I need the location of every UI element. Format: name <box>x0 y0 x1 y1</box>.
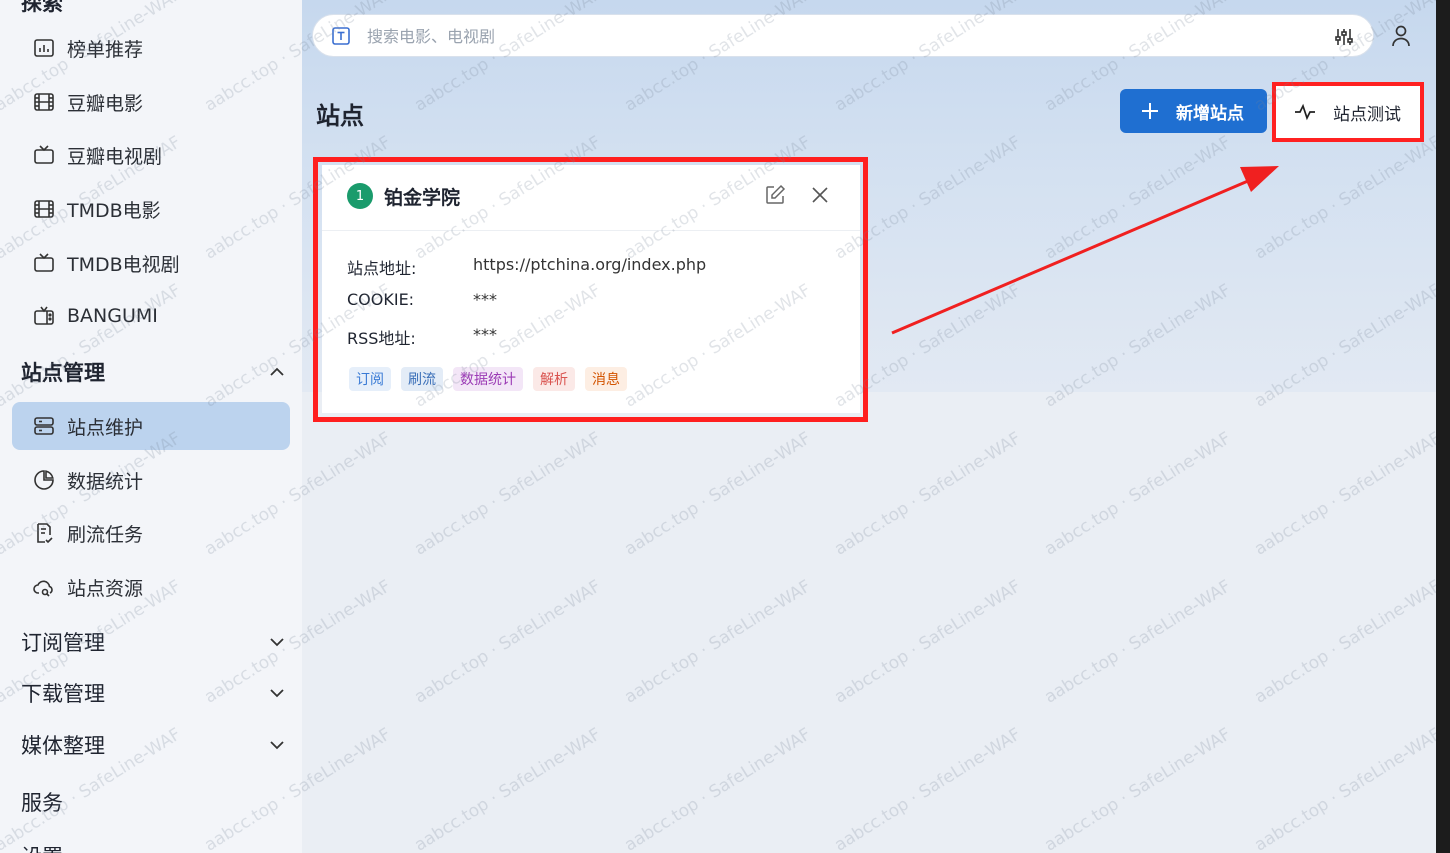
site-tags: 订阅 刷流 数据统计 解析 消息 <box>349 367 627 391</box>
sidebar-item-label: 刷流任务 <box>67 523 144 546</box>
pie-chart-icon <box>34 470 54 490</box>
tag-statistics: 数据统计 <box>453 367 523 391</box>
watermark-text: aabcc.top · SafeLine-WAF <box>621 576 815 708</box>
site-test-button[interactable]: 站点测试 <box>1278 89 1418 135</box>
sidebar-item-douban-tv[interactable]: 豆瓣电视剧 <box>12 131 290 179</box>
watermark-text: aabcc.top · SafeLine-WAF <box>621 428 815 560</box>
tag-subscribe: 订阅 <box>349 367 391 391</box>
sidebar-item-label: 站点维护 <box>67 416 144 439</box>
add-site-button[interactable]: 新增站点 <box>1120 89 1267 133</box>
sidebar-item-douban-movie[interactable]: 豆瓣电影 <box>12 78 290 126</box>
plus-icon <box>1142 103 1158 119</box>
sidebar-group-label: 订阅管理 <box>21 631 105 655</box>
field-label: RSS地址: <box>347 329 416 348</box>
sidebar-group-site-management[interactable]: 站点管理 <box>21 352 291 392</box>
chevron-down-icon <box>270 741 284 750</box>
site-card-header: 1 铂金学院 <box>322 165 860 231</box>
watermark-text: aabcc.top · SafeLine-WAF <box>831 724 1025 853</box>
add-site-label: 新增站点 <box>1176 103 1244 124</box>
sidebar-item-rankings[interactable]: 榜单推荐 <box>12 24 290 72</box>
watermark-text: aabcc.top · SafeLine-WAF <box>1041 724 1235 853</box>
sidebar-group-label: 下载管理 <box>21 682 105 706</box>
sidebar-item-tmdb-tv[interactable]: TMDB电视剧 <box>12 239 290 287</box>
tag-message: 消息 <box>585 367 627 391</box>
tag-brush: 刷流 <box>401 367 443 391</box>
watermark-text: aabcc.top · SafeLine-WAF <box>411 724 605 853</box>
chevron-down-icon <box>270 638 284 647</box>
sidebar-group-media[interactable]: 媒体整理 <box>21 725 291 765</box>
sidebar-item-label: 豆瓣电视剧 <box>67 145 163 168</box>
sidebar-item-label: TMDB电视剧 <box>67 253 180 276</box>
site-card[interactable]: 1 铂金学院 站点地址: https://ptchina.org/index.p… <box>322 165 860 413</box>
search-bar[interactable] <box>312 14 1374 57</box>
sidebar-item-site-resources[interactable]: 站点资源 <box>12 563 290 611</box>
sidebar-group-label: 探索 <box>21 0 63 15</box>
sidebar-group-services[interactable]: 服务 <box>21 782 291 822</box>
watermark-text: aabcc.top · SafeLine-WAF <box>831 576 1025 708</box>
watermark-text: aabcc.top · SafeLine-WAF <box>1251 428 1445 560</box>
sidebar-group-settings[interactable]: 设置 <box>21 836 291 853</box>
watermark-text: aabcc.top · SafeLine-WAF <box>411 576 605 708</box>
site-name: 铂金学院 <box>384 187 461 209</box>
sidebar-group-subscription[interactable]: 订阅管理 <box>21 622 291 662</box>
chevron-up-icon <box>270 367 284 376</box>
field-value: *** <box>473 290 497 309</box>
close-icon[interactable] <box>810 185 830 205</box>
sidebar-group-label: 服务 <box>21 791 63 815</box>
sidebar-item-label: BANGUMI <box>67 305 158 327</box>
text-search-icon <box>332 27 350 45</box>
site-test-label: 站点测试 <box>1333 104 1401 125</box>
watermark-text: aabcc.top · SafeLine-WAF <box>1041 428 1235 560</box>
pulse-icon <box>1295 103 1315 121</box>
watermark-text: aabcc.top · SafeLine-WAF <box>621 724 815 853</box>
server-icon <box>34 417 54 435</box>
task-icon <box>37 523 53 544</box>
sidebar-item-label: 豆瓣电影 <box>67 92 144 115</box>
watermark-text: aabcc.top · SafeLine-WAF <box>1041 576 1235 708</box>
sidebar-item-label: 数据统计 <box>67 470 144 493</box>
sidebar-group-label: 站点管理 <box>21 361 105 385</box>
sidebar-item-site-maintenance[interactable]: 站点维护 <box>12 402 290 450</box>
field-label: 站点地址: <box>347 259 417 278</box>
sidebar-item-site-statistics[interactable]: 数据统计 <box>12 456 290 504</box>
chart-icon <box>34 39 54 57</box>
field-label: COOKIE: <box>347 290 415 309</box>
sidebar-item-bangumi[interactable]: BANGUMI <box>12 292 290 340</box>
cloud-search-icon <box>33 580 53 597</box>
tv-icon <box>34 253 54 272</box>
edit-icon[interactable] <box>764 184 786 206</box>
field-value: *** <box>473 325 497 344</box>
watermark-text: aabcc.top · SafeLine-WAF <box>831 428 1025 560</box>
field-value: https://ptchina.org/index.php <box>473 255 707 274</box>
site-index-badge: 1 <box>347 183 373 209</box>
film-icon <box>34 93 54 111</box>
tv-icon <box>34 145 54 164</box>
sidebar-item-brush-tasks[interactable]: 刷流任务 <box>12 509 290 557</box>
watermark-text: aabcc.top · SafeLine-WAF <box>411 428 605 560</box>
chevron-down-icon <box>270 689 284 698</box>
tv-retro-icon <box>34 306 54 325</box>
sidebar-group-label: 设置 <box>21 841 63 853</box>
film-icon <box>34 200 54 218</box>
watermark-text: aabcc.top · SafeLine-WAF <box>1251 724 1445 853</box>
search-input[interactable] <box>367 21 1267 51</box>
sidebar-item-label: 站点资源 <box>67 577 144 600</box>
user-icon[interactable] <box>1390 24 1412 48</box>
filter-settings-icon[interactable] <box>1333 26 1355 48</box>
sidebar-group-download[interactable]: 下载管理 <box>21 673 291 713</box>
sidebar: 探索 榜单推荐 豆瓣电影 豆瓣电视剧 TMDB电影 TMDB电视剧 BANGUM… <box>0 0 302 853</box>
sidebar-group-explore[interactable]: 探索 <box>21 0 291 22</box>
window-edge <box>1436 0 1450 853</box>
watermark-text: aabcc.top · SafeLine-WAF <box>1251 576 1445 708</box>
sidebar-item-tmdb-movie[interactable]: TMDB电影 <box>12 185 290 233</box>
sidebar-group-label: 媒体整理 <box>21 734 105 758</box>
page-title: 站点 <box>316 102 364 130</box>
sidebar-item-label: TMDB电影 <box>67 199 161 222</box>
tag-parse: 解析 <box>533 367 575 391</box>
sidebar-item-label: 榜单推荐 <box>67 38 144 61</box>
